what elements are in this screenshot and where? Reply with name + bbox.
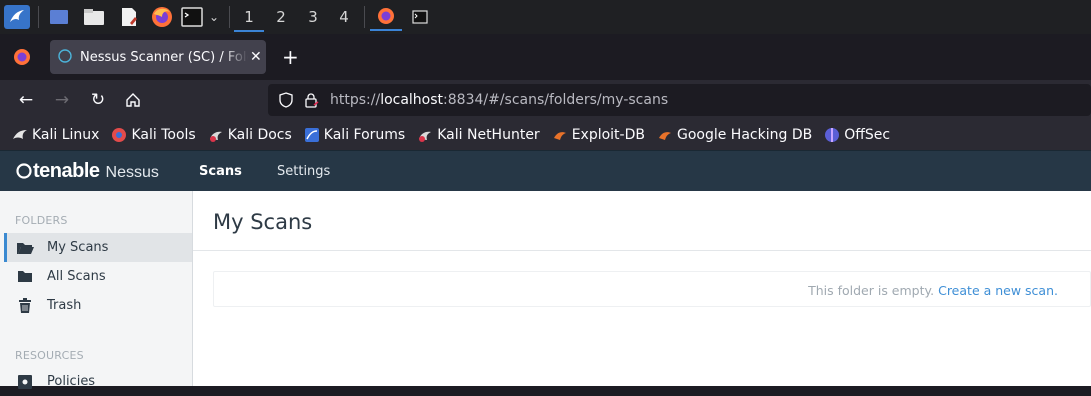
bookmark-label: Google Hacking DB — [676, 127, 813, 143]
bookmark-label: Exploit-DB — [571, 127, 645, 143]
url-bar[interactable]: https://localhost:8834/#/scans/folders/m… — [268, 84, 1091, 116]
kali-dragon-icon — [12, 127, 28, 143]
bookmark-label: Kali Forums — [323, 127, 406, 143]
brand-company: tenable — [16, 160, 100, 183]
folder-icon — [16, 270, 34, 283]
sidebar-item-label: My Scans — [47, 240, 109, 255]
reload-icon[interactable]: ↻ — [86, 88, 110, 112]
url-scheme: https:// — [330, 92, 381, 108]
sidebar-item-label: Trash — [47, 298, 82, 313]
browser-tab-bar: Nessus Scanner (SC) / Folders / My Scans… — [0, 34, 1091, 80]
sidebar-item-all-scans[interactable]: All Scans — [4, 262, 192, 291]
terminal-icon[interactable] — [180, 5, 204, 29]
text-editor-icon[interactable] — [118, 5, 140, 29]
brand-product: Nessus — [105, 164, 159, 181]
back-arrow-icon[interactable]: ← — [14, 88, 38, 112]
kali-docs-icon — [208, 127, 224, 143]
bookmark-kali-tools[interactable]: Kali Tools — [111, 127, 196, 143]
title-divider — [193, 250, 1091, 251]
sidebar-item-label: Policies — [47, 374, 96, 389]
empty-folder-message: This folder is empty. Create a new scan. — [808, 283, 1058, 298]
policies-icon — [16, 374, 34, 389]
nav-scans[interactable]: Scans — [199, 164, 242, 179]
folder-open-icon — [16, 241, 34, 255]
firefox-icon[interactable] — [150, 5, 174, 29]
bookmark-kali-docs[interactable]: Kali Docs — [208, 127, 292, 143]
nessus-loading-icon — [58, 48, 72, 67]
empty-folder-text: This folder is empty. — [808, 283, 935, 298]
tenable-nessus-logo[interactable]: tenable Nessus — [16, 160, 159, 183]
tab-close-icon[interactable]: ✕ — [250, 49, 262, 65]
url-text: https://localhost:8834/#/scans/folders/m… — [330, 92, 668, 108]
workspace-3[interactable]: 3 — [298, 6, 328, 28]
browser-tab-active[interactable]: Nessus Scanner (SC) / Folders / My Scans… — [50, 40, 266, 74]
bookmark-kali-nethunter[interactable]: Kali NetHunter — [417, 127, 540, 143]
kali-tools-icon — [111, 127, 127, 143]
workspace-2[interactable]: 2 — [266, 6, 296, 28]
trash-icon — [16, 298, 34, 313]
file-manager-icon[interactable] — [82, 5, 106, 29]
firefox-window-icon[interactable] — [370, 3, 402, 31]
nav-settings[interactable]: Settings — [277, 164, 330, 179]
home-icon[interactable] — [121, 88, 145, 112]
exploit-db-icon — [552, 127, 568, 143]
sidebar-item-trash[interactable]: Trash — [4, 291, 192, 320]
new-tab-button[interactable]: + — [282, 46, 299, 68]
resources-heading: RESOURCES — [15, 349, 84, 362]
empty-folder-panel: This folder is empty. Create a new scan. — [213, 271, 1091, 307]
url-path: :8834/#/scans/folders/my-scans — [443, 92, 669, 108]
folders-heading: FOLDERS — [15, 214, 68, 227]
bookmarks-bar: Kali Linux Kali Tools Kali Docs Kali For… — [0, 120, 1091, 150]
nessus-main-content: My Scans This folder is empty. Create a … — [193, 191, 1091, 386]
bookmark-label: Kali Linux — [32, 127, 100, 143]
tab-title: Nessus Scanner (SC) / Folders / My Scans — [80, 49, 248, 65]
bookmark-exploit-db[interactable]: Exploit-DB — [552, 127, 645, 143]
nessus-sidebar: FOLDERS My Scans All Scans Trash RESOURC… — [0, 191, 193, 389]
workspace-4[interactable]: 4 — [329, 6, 359, 28]
tenable-logo-icon — [16, 163, 32, 179]
ghdb-icon — [657, 127, 673, 143]
kali-menu-icon[interactable] — [4, 5, 30, 29]
bookmark-google-hacking-db[interactable]: Google Hacking DB — [657, 127, 812, 143]
bookmark-label: OffSec — [844, 127, 891, 143]
desktop-icon[interactable] — [48, 5, 70, 29]
bookmark-label: Kali Docs — [227, 127, 292, 143]
nessus-header: tenable Nessus Scans Settings — [0, 150, 1091, 191]
shield-icon[interactable] — [278, 92, 294, 112]
sidebar-item-policies[interactable]: Policies — [4, 367, 192, 396]
os-taskbar: ⌄ 1 2 3 4 — [0, 0, 1091, 34]
bookmark-label: Kali Tools — [131, 127, 196, 143]
terminal-window-icon[interactable] — [408, 5, 432, 29]
page-title: My Scans — [213, 210, 313, 234]
sidebar-item-my-scans[interactable]: My Scans — [4, 233, 192, 262]
bookmark-offsec[interactable]: OffSec — [824, 127, 890, 143]
firefox-view-icon[interactable] — [10, 45, 34, 69]
sidebar-item-label: All Scans — [47, 269, 106, 284]
bookmark-label: Kali NetHunter — [437, 127, 540, 143]
kali-forums-icon — [304, 127, 320, 143]
lock-warning-icon[interactable] — [303, 92, 319, 112]
workspace-1[interactable]: 1 — [234, 6, 264, 32]
forward-arrow-icon[interactable]: → — [50, 88, 74, 112]
bookmark-kali-linux[interactable]: Kali Linux — [12, 127, 99, 143]
chevron-down-icon[interactable]: ⌄ — [206, 5, 222, 29]
kali-nethunter-icon — [417, 127, 433, 143]
browser-nav-bar: ← → ↻ https://localhost:8834/#/scans/fol… — [0, 80, 1091, 120]
offsec-icon — [824, 127, 840, 143]
create-new-scan-link[interactable]: Create a new scan. — [938, 283, 1058, 298]
url-host: localhost — [380, 92, 444, 108]
bookmark-kali-forums[interactable]: Kali Forums — [304, 127, 405, 143]
